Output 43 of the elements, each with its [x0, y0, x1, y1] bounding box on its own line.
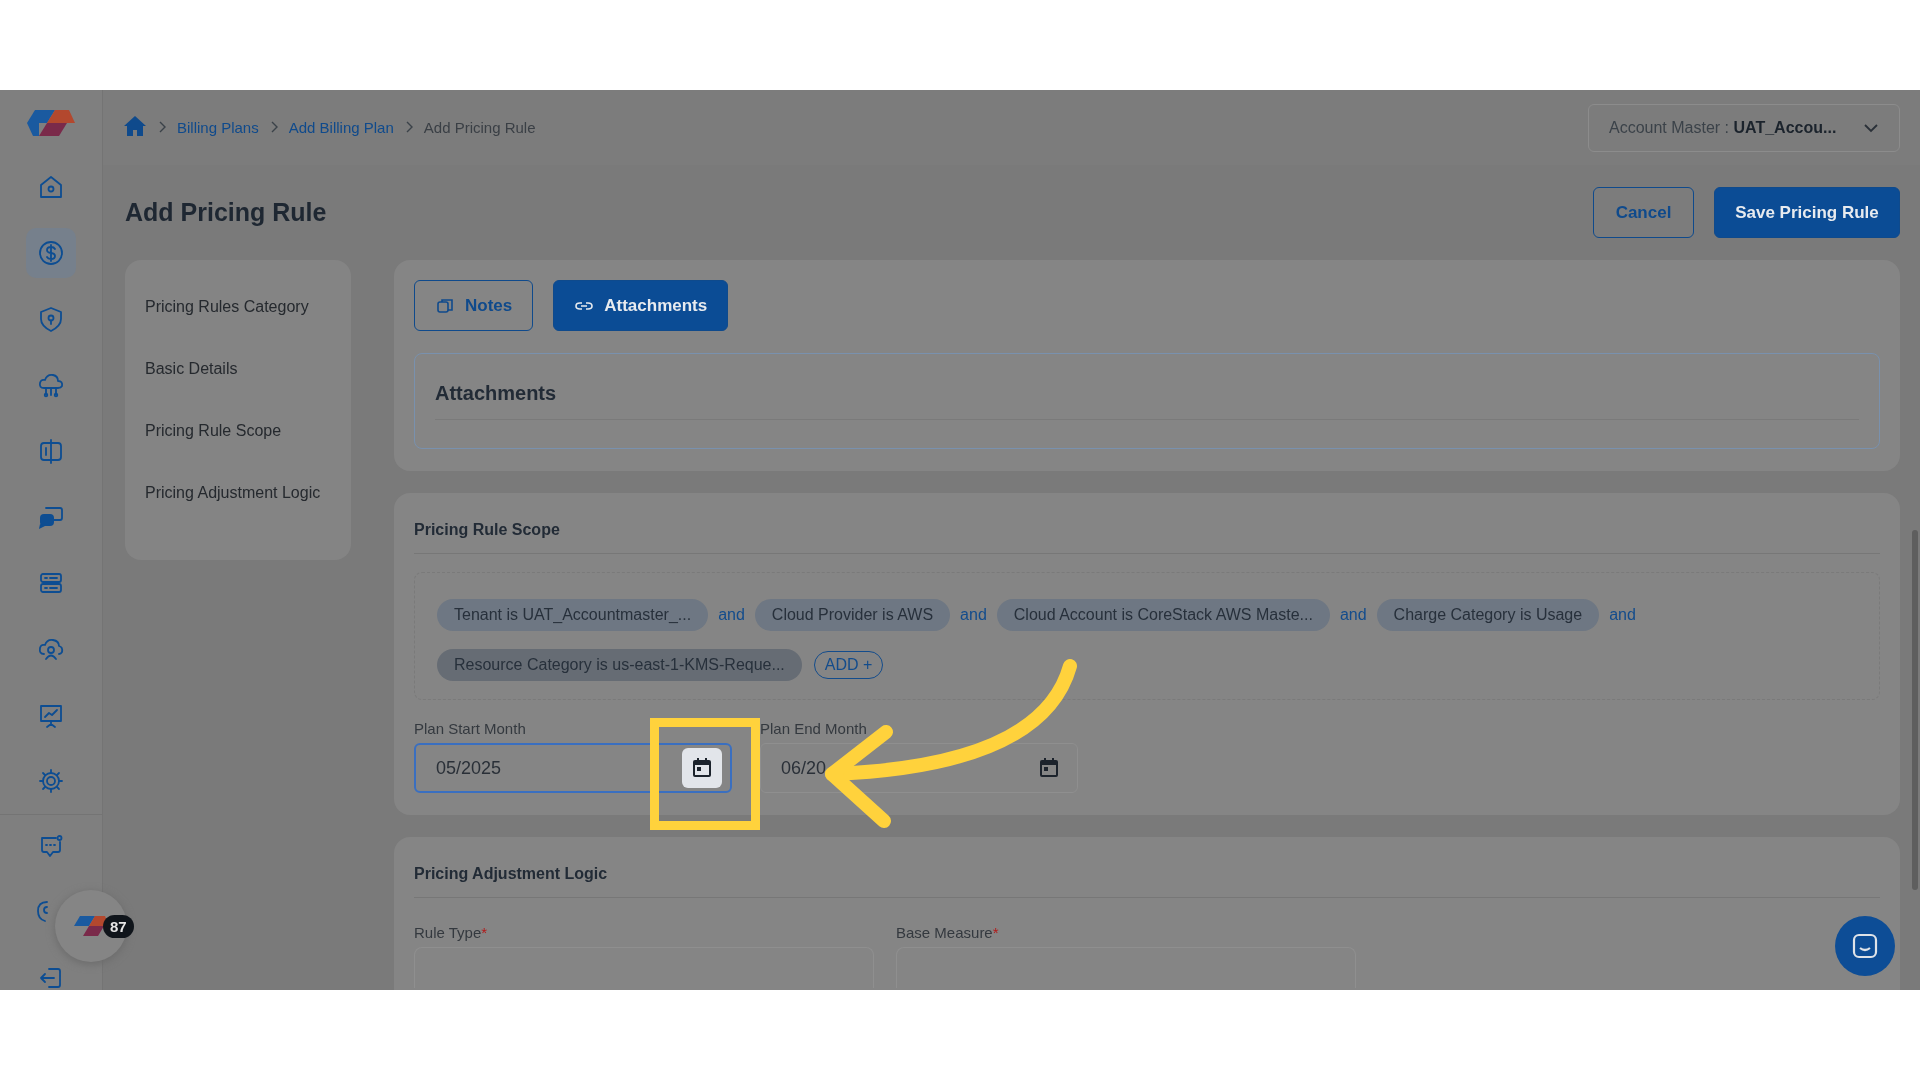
- section-nav-item[interactable]: Pricing Rules Category: [145, 298, 331, 360]
- section-heading: Pricing Rule Scope: [414, 513, 1880, 554]
- connector-text: and: [718, 606, 745, 624]
- tab[interactable]: Attachments: [553, 280, 729, 331]
- chevron-down-icon: [1863, 122, 1879, 133]
- field-label: Base Measure*: [896, 924, 1000, 941]
- section-nav-item[interactable]: Basic Details: [145, 360, 331, 422]
- cancel-button[interactable]: Cancel: [1593, 187, 1694, 238]
- breadcrumb-link[interactable]: Billing Plans: [177, 119, 259, 136]
- section-nav-item[interactable]: Pricing Rule Scope: [145, 422, 331, 484]
- calendar-icon: [1037, 756, 1061, 780]
- field-label: Plan End Month: [760, 720, 868, 737]
- page-title: Add Pricing Rule: [125, 198, 327, 227]
- dollar-icon[interactable]: [36, 238, 66, 268]
- home-icon[interactable]: [123, 115, 147, 137]
- condition-chip[interactable]: Cloud Provider is AWS: [754, 599, 951, 631]
- connector-text: and: [960, 606, 987, 624]
- month-field[interactable]: 05/2025: [414, 743, 732, 793]
- calendar-button[interactable]: [682, 748, 722, 788]
- condition-chip[interactable]: Charge Category is Usage: [1376, 599, 1600, 631]
- condition-chip[interactable]: Tenant is UAT_Accountmaster_...: [437, 599, 709, 631]
- required-mark: *: [481, 924, 488, 941]
- connector-text: and: [1339, 606, 1367, 624]
- add-condition-button[interactable]: ADD +: [813, 651, 884, 679]
- connector-text: and: [1609, 606, 1636, 624]
- chevron-right-icon: [157, 121, 167, 133]
- count-badge: 87: [103, 915, 134, 938]
- account-selector[interactable]: Account Master : UAT_Accou...: [1588, 103, 1900, 152]
- app-logo[interactable]: [25, 108, 77, 138]
- section-nav-item[interactable]: Pricing Adjustment Logic: [145, 484, 331, 546]
- field-label: Rule Type*: [414, 924, 489, 941]
- field-label: Plan Start Month: [414, 720, 527, 737]
- required-mark: *: [992, 924, 999, 941]
- breadcrumb-link[interactable]: Add Billing Plan: [288, 119, 394, 136]
- condition-chip[interactable]: Cloud Account is CoreStack AWS Maste...: [996, 599, 1330, 631]
- section-heading: Pricing Adjustment Logic: [414, 857, 1880, 898]
- save-button[interactable]: Save Pricing Rule: [1714, 187, 1900, 238]
- chat-icon: [1850, 931, 1880, 961]
- breadcrumb-current: Add Pricing Rule: [423, 119, 536, 136]
- calendar-icon: [690, 756, 714, 780]
- attachments-heading: Attachments: [435, 382, 1859, 420]
- condition-chip[interactable]: Resource Category is us-east-1-KMS-Reque...: [437, 649, 802, 681]
- tab[interactable]: Notes: [414, 280, 534, 331]
